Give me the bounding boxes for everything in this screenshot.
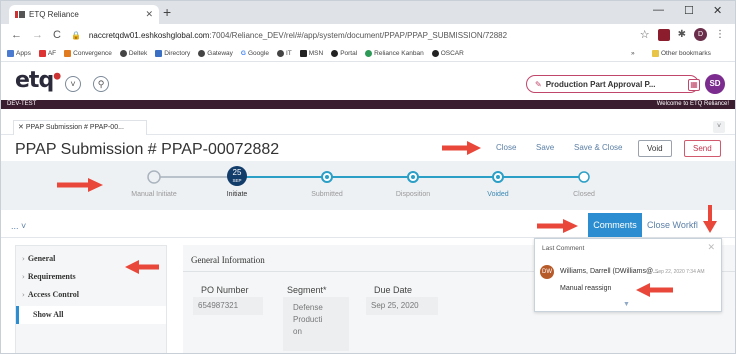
arrow-right-icon bbox=[537, 219, 578, 233]
arrow-left-icon bbox=[125, 260, 159, 274]
arrow-left-icon bbox=[636, 283, 673, 297]
screenshot-frame: ETQ Reliance ✕ + — ☐ ✕ ← → C 🔒 naccretqd… bbox=[0, 0, 736, 354]
arrow-right-icon bbox=[442, 141, 481, 155]
arrow-right-icon bbox=[57, 178, 103, 192]
annotation-arrows bbox=[57, 141, 717, 297]
arrow-down-icon bbox=[703, 205, 717, 233]
